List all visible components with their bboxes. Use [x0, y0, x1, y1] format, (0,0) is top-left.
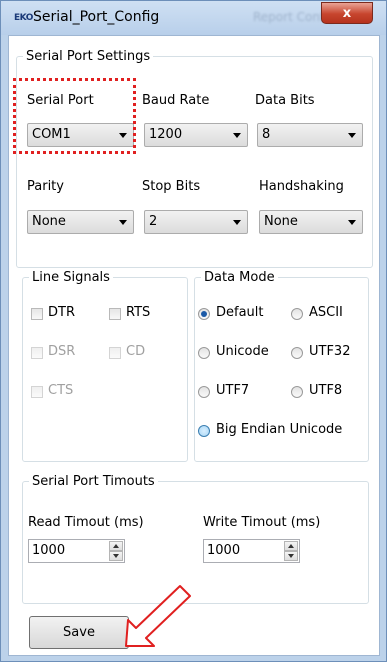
read-timeout-spinbox[interactable]: 1000	[28, 539, 125, 563]
serial-port-timeouts-legend: Serial Port Timouts	[32, 474, 155, 489]
title-bar[interactable]: EKO Serial_Port_Config Report Config... …	[1, 1, 386, 35]
ascii-radio[interactable]	[291, 308, 303, 320]
read-timeout-down-arrow-icon[interactable]	[109, 551, 123, 561]
utf32-radio[interactable]	[291, 347, 303, 359]
app-logo-icon: EKO	[14, 13, 33, 23]
utf7-radio[interactable]	[198, 386, 210, 398]
big-endian-unicode-radio[interactable]	[198, 425, 210, 437]
utf7-label: UTF7	[216, 383, 250, 398]
baud-rate-label: Baud Rate	[142, 93, 210, 108]
dtr-label: DTR	[48, 305, 75, 320]
dtr-checkbox[interactable]	[31, 308, 43, 320]
cd-checkbox[interactable]	[109, 347, 121, 359]
dsr-label: DSR	[48, 344, 76, 359]
write-timeout-label: Write Timout (ms)	[203, 515, 321, 530]
serial-port-annotation-box	[13, 78, 136, 154]
data-bits-label: Data Bits	[255, 93, 315, 108]
stop-bits-label: Stop Bits	[142, 179, 201, 194]
stop-bits-combo[interactable]: 2	[144, 210, 248, 234]
data-bits-combo[interactable]: 8	[257, 123, 363, 147]
utf8-radio[interactable]	[291, 386, 303, 398]
handshaking-value: None	[264, 214, 298, 229]
annotation-arrow-icon	[125, 585, 191, 647]
close-icon: x	[342, 6, 352, 21]
line-signals-legend: Line Signals	[32, 270, 110, 285]
serial-port-config-window: EKO Serial_Port_Config Report Config... …	[0, 0, 387, 662]
cts-label: CTS	[48, 383, 74, 398]
big-endian-unicode-label: Big Endian Unicode	[216, 422, 343, 437]
unicode-label: Unicode	[216, 344, 269, 359]
chevron-down-icon	[348, 133, 356, 138]
chevron-down-icon	[233, 220, 241, 225]
rts-label: RTS	[126, 305, 151, 320]
baud-rate-combo[interactable]: 1200	[144, 123, 248, 147]
handshaking-label: Handshaking	[259, 179, 344, 194]
read-timeout-label: Read Timout (ms)	[28, 515, 144, 530]
ascii-label: ASCII	[309, 305, 343, 320]
chevron-down-icon	[348, 220, 356, 225]
write-timeout-stepper	[284, 541, 298, 561]
data-bits-value: 8	[262, 127, 271, 142]
rts-checkbox[interactable]	[109, 308, 121, 320]
dsr-checkbox[interactable]	[31, 347, 43, 359]
chevron-down-icon	[233, 133, 241, 138]
serial-port-settings-legend: Serial Port Settings	[26, 49, 151, 64]
write-timeout-spinbox[interactable]: 1000	[203, 539, 300, 563]
parity-value: None	[32, 214, 66, 229]
utf32-label: UTF32	[309, 344, 351, 359]
data-mode-legend: Data Mode	[204, 270, 275, 285]
stop-bits-value: 2	[149, 214, 158, 229]
cd-label: CD	[126, 344, 146, 359]
form-client-area: Serial Port Settings Serial Port Baud Ra…	[8, 35, 380, 656]
chevron-down-icon	[119, 220, 127, 225]
baud-rate-value: 1200	[149, 127, 183, 142]
unicode-radio[interactable]	[198, 347, 210, 359]
window-title: Serial_Port_Config	[33, 9, 160, 25]
handshaking-combo[interactable]: None	[259, 210, 363, 234]
read-timeout-stepper	[109, 541, 123, 561]
default-label: Default	[216, 305, 264, 320]
cts-checkbox[interactable]	[31, 386, 43, 398]
write-timeout-down-arrow-icon[interactable]	[284, 551, 298, 561]
parity-combo[interactable]: None	[27, 210, 134, 234]
read-timeout-value: 1000	[32, 543, 66, 558]
line-signals-group: Line Signals	[22, 270, 188, 462]
write-timeout-value: 1000	[207, 543, 241, 558]
close-button[interactable]: x	[321, 2, 373, 24]
default-radio[interactable]	[198, 308, 210, 320]
read-timeout-up-arrow-icon[interactable]	[109, 541, 123, 551]
write-timeout-up-arrow-icon[interactable]	[284, 541, 298, 551]
parity-label: Parity	[27, 179, 64, 194]
utf8-label: UTF8	[309, 383, 343, 398]
